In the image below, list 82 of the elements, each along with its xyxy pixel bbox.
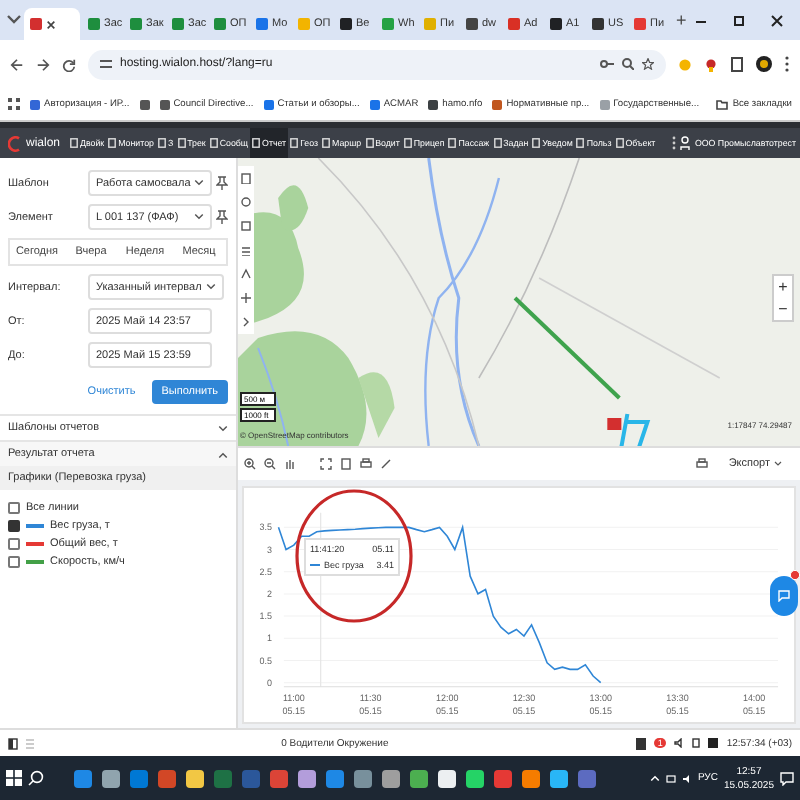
menu-icon[interactable] bbox=[784, 56, 790, 72]
site-info-icon[interactable] bbox=[100, 58, 112, 70]
caret-icon bbox=[194, 178, 205, 188]
nav-item-icon bbox=[448, 138, 457, 148]
folder-icon bbox=[716, 99, 729, 109]
more-icon[interactable] bbox=[672, 136, 677, 150]
document-icon[interactable] bbox=[692, 738, 701, 748]
checkbox[interactable] bbox=[8, 556, 20, 568]
map-tool-icon[interactable] bbox=[240, 268, 252, 280]
tab-list-icon[interactable] bbox=[6, 12, 22, 28]
nav-item-icon bbox=[576, 138, 585, 148]
nav-item-icon bbox=[108, 138, 117, 148]
pencil-icon[interactable] bbox=[380, 458, 392, 470]
sound-icon[interactable] bbox=[674, 738, 685, 748]
nav-item-icon bbox=[70, 138, 78, 148]
nav-item-icon bbox=[157, 138, 166, 148]
zoom-in-icon[interactable] bbox=[244, 458, 256, 470]
taskbar-app-icon[interactable] bbox=[298, 769, 316, 787]
panel-icon[interactable] bbox=[8, 737, 18, 749]
chevron-up-icon bbox=[218, 449, 228, 459]
checkbox[interactable] bbox=[8, 502, 20, 514]
maximize-icon[interactable] bbox=[732, 13, 747, 27]
nav-item-icon bbox=[532, 138, 541, 148]
nav-item-icon bbox=[615, 138, 624, 148]
nav-item-icon bbox=[290, 138, 299, 148]
notifications-icon[interactable] bbox=[780, 771, 794, 785]
map-tool-icon[interactable] bbox=[240, 292, 252, 304]
pin-icon[interactable] bbox=[216, 210, 228, 224]
taskbar-app-icon[interactable] bbox=[550, 769, 568, 787]
annotation-circle bbox=[294, 488, 414, 624]
zoom-out-icon[interactable] bbox=[264, 458, 276, 470]
pin-icon[interactable] bbox=[216, 176, 229, 190]
taskbar-app-icon[interactable] bbox=[466, 769, 484, 787]
close-icon[interactable] bbox=[46, 19, 56, 29]
reload-icon[interactable] bbox=[62, 57, 76, 71]
profile-avatar-icon[interactable] bbox=[756, 56, 772, 72]
caret-icon bbox=[774, 460, 782, 468]
user-icon bbox=[680, 136, 691, 150]
square-icon[interactable] bbox=[708, 738, 719, 748]
print-icon[interactable] bbox=[696, 458, 709, 470]
chevron-up-icon[interactable] bbox=[649, 774, 660, 782]
chat-button[interactable] bbox=[770, 576, 798, 616]
chat-icon bbox=[778, 590, 790, 602]
network-icon[interactable] bbox=[665, 773, 676, 783]
print-icon[interactable] bbox=[360, 458, 372, 470]
windows-start-icon[interactable] bbox=[6, 770, 22, 786]
taskbar-app-icon[interactable] bbox=[410, 769, 428, 787]
logo-icon bbox=[8, 135, 22, 151]
key-icon[interactable] bbox=[600, 58, 614, 70]
map-tool-icon[interactable] bbox=[240, 316, 252, 328]
apps-grid-icon[interactable] bbox=[8, 98, 20, 110]
caret-icon bbox=[194, 212, 204, 222]
back-icon[interactable] bbox=[10, 57, 24, 71]
nav-item-icon bbox=[493, 138, 502, 148]
nav-item-icon bbox=[403, 138, 412, 148]
taskbar-app-icon[interactable] bbox=[438, 769, 456, 787]
zoom-icon[interactable] bbox=[622, 58, 634, 70]
caret-icon bbox=[205, 282, 216, 292]
nav-item-icon bbox=[252, 138, 261, 148]
search-icon[interactable] bbox=[28, 770, 44, 786]
new-tab-button[interactable]: + bbox=[670, 10, 693, 30]
checkbox[interactable] bbox=[8, 538, 20, 550]
taskbar-app-icon[interactable] bbox=[382, 769, 400, 787]
map-tool-icon[interactable] bbox=[240, 244, 252, 256]
fullscreen-icon[interactable] bbox=[320, 458, 332, 470]
nav-item-icon bbox=[322, 138, 331, 148]
taskbar-app-icon[interactable] bbox=[522, 769, 540, 787]
nav-item-icon bbox=[365, 138, 374, 148]
document-icon[interactable] bbox=[340, 458, 352, 470]
close-icon[interactable] bbox=[770, 13, 785, 27]
checkbox[interactable] bbox=[8, 520, 20, 532]
bookmark-icon[interactable] bbox=[139, 99, 150, 109]
browser-tab[interactable] bbox=[24, 8, 80, 40]
taskbar-app-icon[interactable] bbox=[102, 769, 120, 787]
nav-item-icon bbox=[177, 138, 186, 148]
volume-icon[interactable] bbox=[681, 773, 692, 783]
forward-icon[interactable] bbox=[36, 57, 50, 71]
taskbar-app-icon[interactable] bbox=[186, 769, 204, 787]
nav-item-icon bbox=[209, 138, 218, 148]
extension-icon[interactable] bbox=[704, 57, 718, 71]
chevron-down-icon bbox=[218, 423, 228, 433]
star-icon[interactable] bbox=[642, 58, 654, 70]
